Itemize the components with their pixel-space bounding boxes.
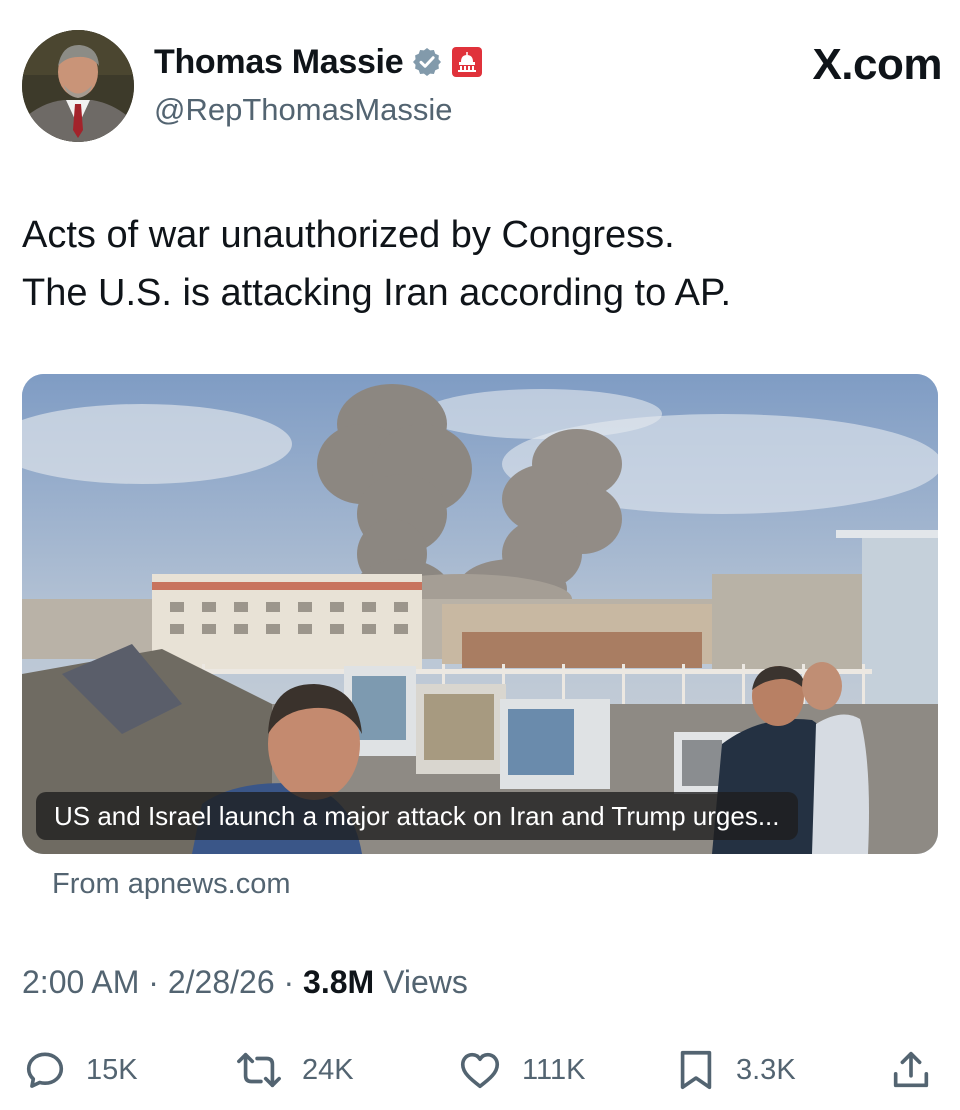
link-preview-card[interactable]: US and Israel launch a major attack on I… — [22, 374, 938, 854]
tweet-meta: 2:00 AM · 2/28/26 · 3.8M Views — [22, 964, 468, 1001]
verified-badge-icon — [411, 46, 443, 78]
brand-label: X.com — [812, 40, 942, 89]
meta-separator: · — [283, 964, 295, 1000]
name-row: Thomas Massie — [154, 42, 483, 82]
reply-count: 15K — [86, 1053, 138, 1086]
tweet-date[interactable]: 2/28/26 — [168, 964, 275, 1000]
bookmark-button[interactable]: 3.3K — [674, 1040, 796, 1100]
tweet-header: Thomas Massie @RepThomasMassie X.com — [22, 30, 942, 144]
tweet-text: Acts of war unauthorized by Congress. Th… — [22, 206, 932, 322]
repost-icon — [237, 1052, 281, 1088]
action-bar: 15K 24K 111K 3.3K — [22, 1040, 938, 1100]
like-button[interactable]: 111K — [456, 1040, 585, 1100]
news-photo — [22, 374, 938, 854]
us-capitol-gov-badge-icon — [451, 46, 483, 78]
bookmark-count: 3.3K — [736, 1053, 796, 1086]
reply-icon — [26, 1052, 64, 1088]
tweet-text-line: Acts of war unauthorized by Congress. — [22, 214, 675, 256]
reply-button[interactable]: 15K — [22, 1040, 138, 1100]
bookmark-icon — [680, 1050, 712, 1090]
author-handle[interactable]: @RepThomasMassie — [154, 92, 453, 128]
share-icon — [893, 1051, 929, 1088]
repost-count: 24K — [302, 1053, 354, 1086]
tweet-text-line: The U.S. is attacking Iran according to … — [22, 272, 732, 314]
meta-separator: · — [148, 964, 159, 1000]
share-button[interactable] — [888, 1040, 934, 1100]
repost-button[interactable]: 24K — [234, 1040, 354, 1100]
heart-icon — [460, 1052, 500, 1089]
views-label: Views — [383, 964, 468, 1000]
display-name[interactable]: Thomas Massie — [154, 43, 404, 82]
tweet-time[interactable]: 2:00 AM — [22, 964, 139, 1000]
like-count: 111K — [522, 1053, 586, 1086]
link-preview-caption: US and Israel launch a major attack on I… — [36, 792, 798, 840]
link-source[interactable]: From apnews.com — [52, 868, 291, 901]
views-count: 3.8M — [303, 964, 375, 1000]
avatar[interactable] — [22, 30, 134, 142]
